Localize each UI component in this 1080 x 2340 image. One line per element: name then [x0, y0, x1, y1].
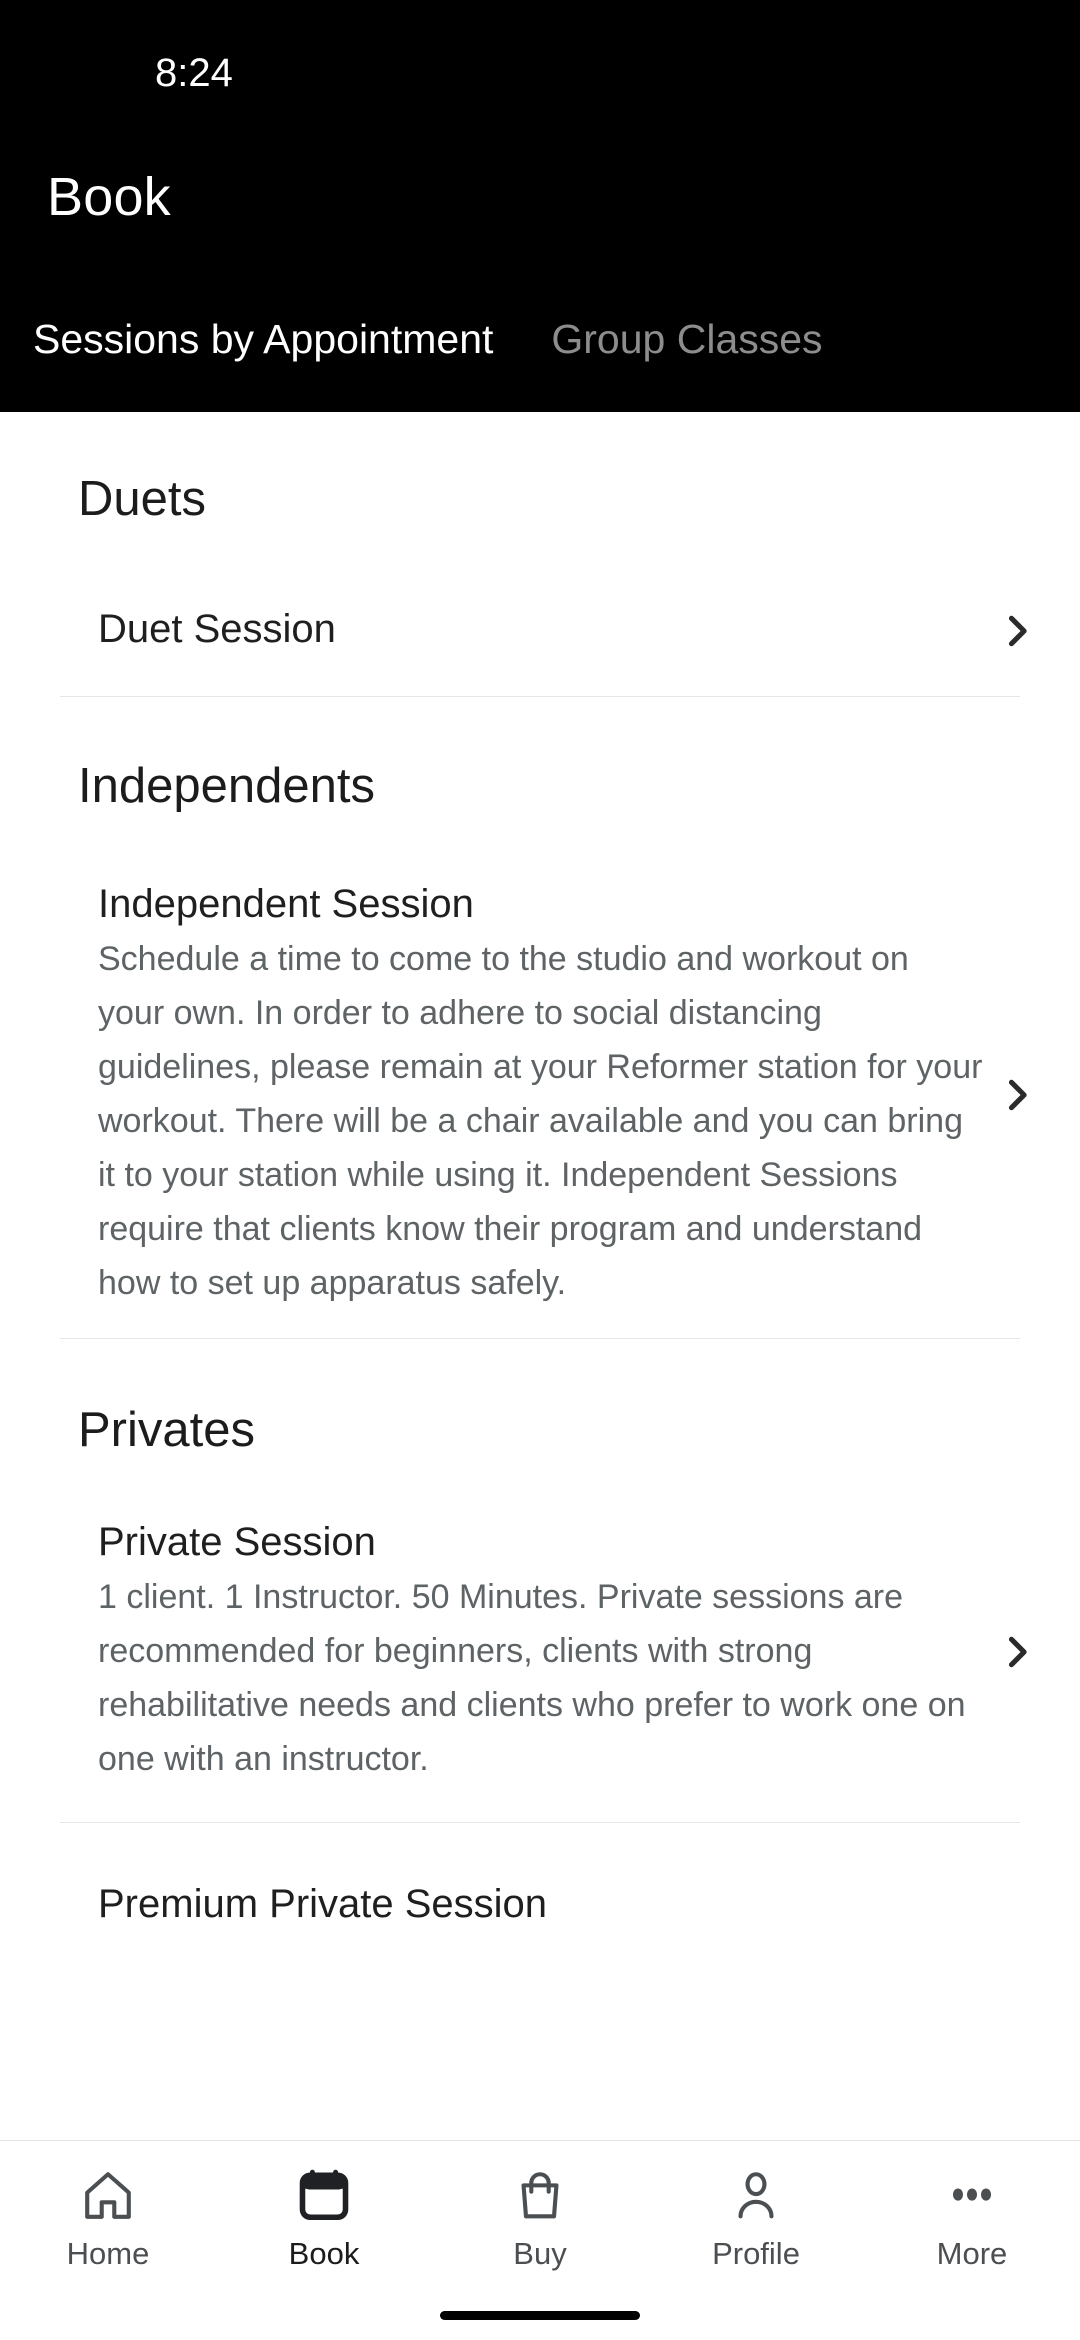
chevron-right-icon [998, 612, 1036, 650]
nav-item-more[interactable]: More [864, 2165, 1080, 2291]
shopping-bag-icon [509, 2165, 571, 2227]
home-icon [77, 2165, 139, 2227]
nav-item-label: More [936, 2236, 1008, 2271]
list-item-title: Premium Private Session [98, 1882, 548, 1926]
list-item-independent-session[interactable]: Independent Session Schedule a time to c… [0, 879, 1080, 1310]
list-item-title: Private Session [98, 1520, 376, 1564]
nav-item-label: Buy [513, 2236, 567, 2271]
list-item-description: 1 client. 1 Instructor. 50 Minutes. Priv… [98, 1578, 966, 1778]
chevron-right-icon [998, 1633, 1036, 1671]
nav-item-book[interactable]: Book [216, 2165, 432, 2291]
tab-group-classes[interactable]: Group Classes [551, 315, 822, 363]
more-dots-icon [941, 2165, 1003, 2227]
section-header-duets: Duets [78, 472, 207, 526]
chevron-right-icon [998, 1076, 1036, 1114]
list-item-private-session[interactable]: Private Session 1 client. 1 Instructor. … [0, 1517, 1080, 1786]
page-title: Book [47, 167, 171, 227]
tab-bar: Sessions by Appointment Group Classes [0, 315, 1080, 401]
tab-sessions-by-appointment[interactable]: Sessions by Appointment [33, 315, 493, 363]
section-header-independents: Independents [78, 759, 375, 813]
list-item-description: Schedule a time to come to the studio an… [98, 940, 983, 1302]
list-item-premium-private-session[interactable]: Premium Private Session [0, 1879, 1080, 1929]
nav-item-label: Home [66, 2236, 150, 2271]
bottom-navigation-bar: Home Book Buy Profile More [0, 2140, 1080, 2340]
list-item-title: Independent Session [98, 882, 474, 926]
status-bar-time: 8:24 [155, 51, 233, 95]
nav-item-label: Profile [712, 2236, 800, 2271]
nav-item-profile[interactable]: Profile [648, 2165, 864, 2291]
nav-item-buy[interactable]: Buy [432, 2165, 648, 2291]
nav-item-label: Book [288, 2236, 360, 2271]
list-item-title: Duet Session [98, 607, 336, 651]
status-bar: 8:24 [0, 0, 1080, 130]
nav-item-home[interactable]: Home [0, 2165, 216, 2291]
person-icon [725, 2165, 787, 2227]
section-header-privates: Privates [78, 1403, 256, 1457]
app-screen: 8:24 Book Sessions by Appointment Group … [0, 0, 1080, 2340]
app-header: 8:24 Book Sessions by Appointment Group … [0, 0, 1080, 412]
calendar-icon [293, 2165, 355, 2227]
list-item-duet-session[interactable]: Duet Session [0, 588, 1080, 674]
session-list-scroll-area[interactable]: Duets Duet Session Independents Independ… [0, 412, 1080, 2140]
home-indicator [440, 2311, 640, 2320]
